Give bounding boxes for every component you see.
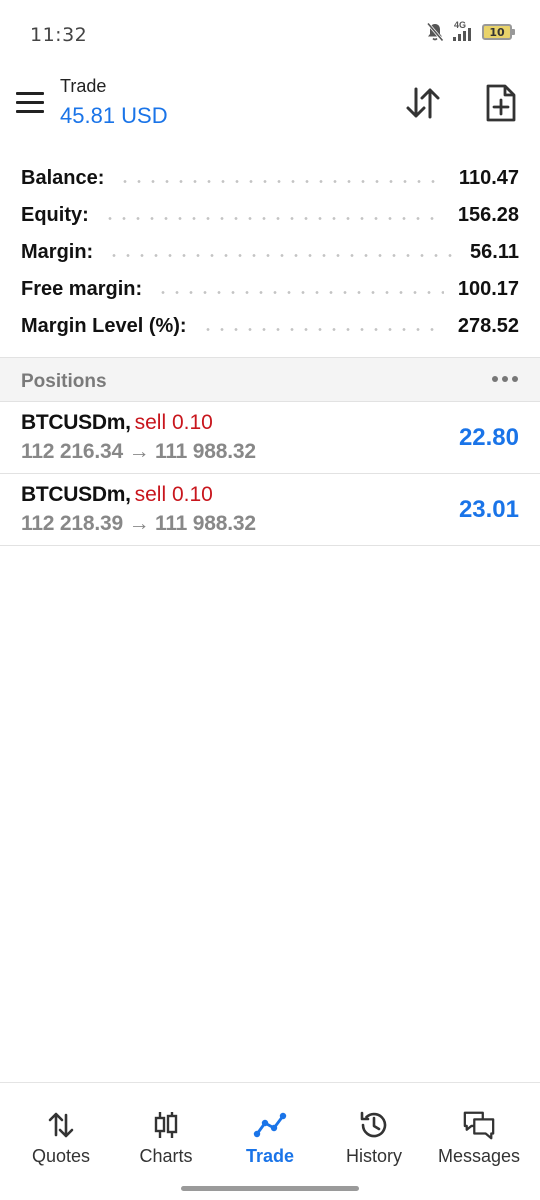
position-symbol: BTCUSDm, <box>21 483 131 506</box>
quotes-icon <box>44 1108 78 1142</box>
leader-dots <box>156 291 444 294</box>
account-summary: Balance: 110.47 Equity: 156.28 Margin: 5… <box>0 160 540 345</box>
signal-icon: 4G <box>452 20 474 42</box>
leader-dots <box>102 217 444 220</box>
position-profit: 22.80 <box>458 424 519 451</box>
nav-messages[interactable]: Messages <box>425 1103 533 1173</box>
notifications-off-icon <box>426 22 444 42</box>
position-prices: 112 218.39 → 111 988.32 <box>21 512 256 535</box>
more-options-icon[interactable] <box>492 376 518 382</box>
position-title: BTCUSDm, sell 0.10 <box>21 483 213 507</box>
position-title: BTCUSDm, sell 0.10 <box>21 411 213 435</box>
nav-label: Quotes <box>31 1146 91 1166</box>
battery-icon: 10 <box>482 24 515 40</box>
positions-title: Positions <box>21 371 107 392</box>
charts-icon <box>149 1108 183 1142</box>
nav-label: History <box>345 1146 402 1166</box>
summary-value: 278.52 <box>457 315 519 337</box>
summary-label: Margin: <box>21 241 94 263</box>
menu-icon[interactable] <box>16 92 44 114</box>
trade-icon <box>253 1108 287 1142</box>
leader-dots <box>118 180 445 183</box>
summary-value: 56.11 <box>470 241 519 263</box>
nav-charts[interactable]: Charts <box>112 1103 220 1173</box>
position-symbol: BTCUSDm, <box>21 411 131 434</box>
home-indicator[interactable] <box>181 1186 359 1191</box>
summary-row-margin: Margin: 56.11 <box>0 234 540 271</box>
summary-label: Margin Level (%): <box>21 315 187 337</box>
summary-label: Free margin: <box>21 278 143 300</box>
positions-header: Positions <box>0 357 540 402</box>
messages-icon <box>462 1108 496 1142</box>
position-row[interactable]: BTCUSDm, sell 0.10 112 216.34 → 111 988.3… <box>0 402 540 474</box>
page-title: Trade <box>60 76 107 96</box>
app-header: Trade 45.81 USD <box>0 70 540 155</box>
summary-value: 100.17 <box>457 278 519 300</box>
nav-trade[interactable]: Trade <box>216 1103 324 1173</box>
nav-quotes[interactable]: Quotes <box>7 1103 115 1173</box>
nav-label: Charts <box>139 1146 193 1166</box>
summary-row-free-margin: Free margin: 100.17 <box>0 271 540 308</box>
position-prices: 112 216.34 → 111 988.32 <box>21 440 256 463</box>
sort-icon[interactable] <box>404 85 442 121</box>
summary-label: Balance: <box>21 167 105 189</box>
position-profit: 23.01 <box>458 496 519 523</box>
leader-dots <box>200 328 444 331</box>
summary-row-margin-level: Margin Level (%): 278.52 <box>0 308 540 345</box>
position-side: sell 0.10 <box>134 483 213 506</box>
nav-label: Messages <box>437 1146 521 1166</box>
status-icons: 4G 10 <box>426 20 515 42</box>
header-balance: 45.81 USD <box>60 103 168 128</box>
status-bar: 11:32 4G 10 <box>0 0 540 70</box>
bottom-nav: Quotes Charts Trade History Messages <box>0 1082 540 1200</box>
nav-label: Trade <box>245 1146 295 1166</box>
new-order-icon[interactable] <box>484 83 518 123</box>
summary-label: Equity: <box>21 204 89 226</box>
summary-value: 110.47 <box>458 167 519 189</box>
summary-row-balance: Balance: 110.47 <box>0 160 540 197</box>
position-side: sell 0.10 <box>134 411 213 434</box>
summary-row-equity: Equity: 156.28 <box>0 197 540 234</box>
history-icon <box>357 1108 391 1142</box>
summary-value: 156.28 <box>457 204 519 226</box>
leader-dots <box>107 254 457 257</box>
nav-history[interactable]: History <box>320 1103 428 1173</box>
battery-level: 10 <box>489 25 505 39</box>
status-time: 11:32 <box>30 24 88 46</box>
position-row[interactable]: BTCUSDm, sell 0.10 112 218.39 → 111 988.3… <box>0 474 540 546</box>
